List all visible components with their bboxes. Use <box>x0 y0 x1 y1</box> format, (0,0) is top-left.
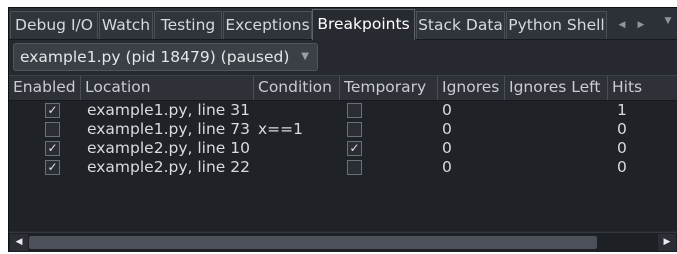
location-cell: example2.py, line 22 <box>87 158 250 176</box>
hits-cell: 0 <box>617 139 627 157</box>
tab-stack-data[interactable]: Stack Data <box>416 11 505 39</box>
tab-exceptions[interactable]: Exceptions <box>223 11 312 39</box>
hits-cell: 0 <box>617 120 627 138</box>
tab-breakpoints[interactable]: Breakpoints <box>312 9 415 40</box>
temporary-checkbox[interactable] <box>347 122 362 137</box>
tab-bar: Debug I/O Watch Testing Exceptions Break… <box>9 8 677 40</box>
column-header-hits[interactable]: Hits <box>608 76 677 100</box>
column-header-condition[interactable]: Condition <box>254 76 340 100</box>
temporary-checkbox[interactable] <box>347 103 362 118</box>
tab-debug-io[interactable]: Debug I/O <box>10 11 98 39</box>
tab-menu-dropdown-icon[interactable]: ▼ <box>659 11 677 35</box>
condition-cell[interactable]: x==1 <box>258 120 303 139</box>
horizontal-scrollbar[interactable]: ◀ ▶ <box>9 232 677 252</box>
scroll-left-arrow-icon[interactable]: ◀ <box>10 234 28 251</box>
scrollbar-thumb[interactable] <box>29 236 597 249</box>
ignores-cell[interactable]: 0 <box>442 139 452 158</box>
hits-cell: 0 <box>617 158 627 176</box>
enabled-checkbox[interactable]: ✓ <box>45 160 60 175</box>
ignores-cell[interactable]: 0 <box>442 101 452 120</box>
column-header-ignores-left[interactable]: Ignores Left <box>505 76 608 100</box>
enabled-checkbox[interactable]: ✓ <box>45 103 60 118</box>
chevron-down-icon: ▼ <box>301 51 309 62</box>
table-row[interactable]: example1.py, line 73 x==1 0 0 <box>9 120 677 139</box>
location-cell: example2.py, line 10 <box>87 139 250 157</box>
location-cell: example1.py, line 73 <box>87 120 250 138</box>
tab-scroll-left-icon[interactable]: ◀ <box>612 11 632 39</box>
tab-python-shell[interactable]: Python Shell <box>506 11 607 39</box>
scroll-right-arrow-icon[interactable]: ▶ <box>658 234 676 251</box>
table-row[interactable]: ✓ example2.py, line 22 0 0 <box>9 158 677 177</box>
enabled-checkbox[interactable] <box>45 122 60 137</box>
table-row[interactable]: ✓ example2.py, line 10 ✓ 0 0 <box>9 139 677 158</box>
column-header-temporary[interactable]: Temporary <box>340 76 438 100</box>
column-header-location[interactable]: Location <box>81 76 254 100</box>
tab-testing[interactable]: Testing <box>154 11 222 39</box>
hits-cell: 1 <box>617 101 627 119</box>
process-select-value: example1.py (pid 18479) (paused) <box>20 48 290 66</box>
debugger-panel: Debug I/O Watch Testing Exceptions Break… <box>8 7 677 252</box>
column-header-enabled[interactable]: Enabled <box>9 76 81 100</box>
temporary-checkbox[interactable]: ✓ <box>347 141 362 156</box>
table-header: Enabled Location Condition Temporary Ign… <box>9 75 677 101</box>
process-select[interactable]: example1.py (pid 18479) (paused) ▼ <box>13 43 318 71</box>
tab-watch[interactable]: Watch <box>99 11 153 39</box>
tab-scroll-right-icon[interactable]: ▶ <box>631 11 651 39</box>
breakpoints-table: Enabled Location Condition Temporary Ign… <box>9 75 677 231</box>
location-cell: example1.py, line 31 <box>87 101 250 119</box>
column-header-ignores[interactable]: Ignores <box>438 76 505 100</box>
enabled-checkbox[interactable]: ✓ <box>45 141 60 156</box>
table-row[interactable]: ✓ example1.py, line 31 0 1 <box>9 101 677 120</box>
screenshot-frame: Debug I/O Watch Testing Exceptions Break… <box>0 0 677 254</box>
ignores-cell[interactable]: 0 <box>442 158 452 177</box>
temporary-checkbox[interactable] <box>347 160 362 175</box>
ignores-cell[interactable]: 0 <box>442 120 452 139</box>
